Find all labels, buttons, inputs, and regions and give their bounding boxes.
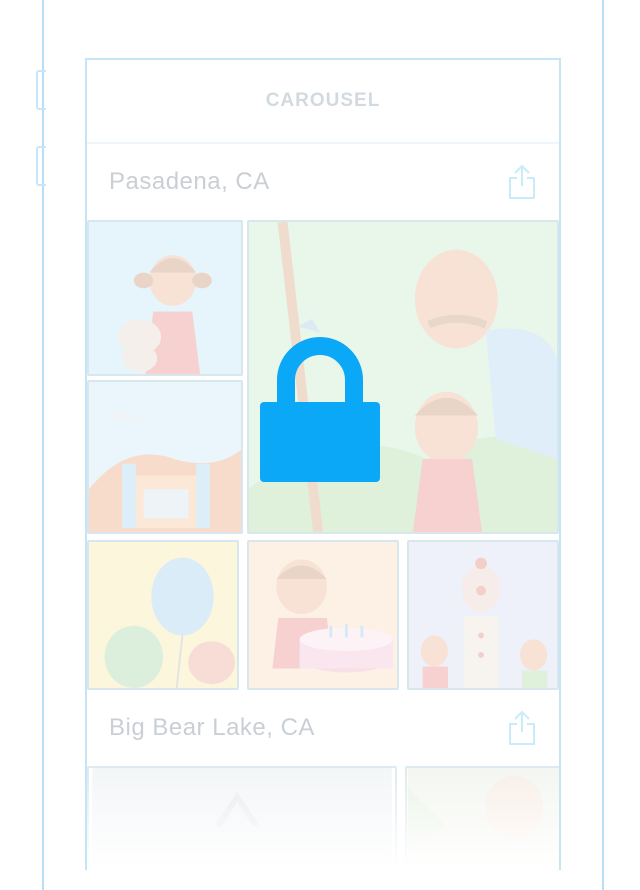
share-icon[interactable] [507,164,537,200]
section-title: Pasadena, CA [109,168,270,195]
section-header-pasadena: Pasadena, CA [87,144,559,220]
photo-birthday-cake [249,542,397,688]
side-button-volume-up [36,70,46,110]
photo-tile[interactable] [407,540,559,690]
lock-icon [260,337,380,482]
nav-bar: CAROUSEL [87,60,559,144]
photo-clown [409,542,557,688]
bottom-fade [87,750,559,870]
photo-tile[interactable] [87,220,243,376]
photo-tile[interactable] [247,540,399,690]
share-icon[interactable] [507,710,537,746]
nav-title: CAROUSEL [265,90,381,111]
section-title: Big Bear Lake, CA [109,714,315,741]
photo-balloons [89,542,237,688]
photo-tile[interactable] [87,380,243,534]
photo-tile[interactable] [87,540,239,690]
photo-bounce-house [89,382,241,532]
photo-girl-dog [89,222,241,374]
side-button-volume-down [36,146,46,186]
